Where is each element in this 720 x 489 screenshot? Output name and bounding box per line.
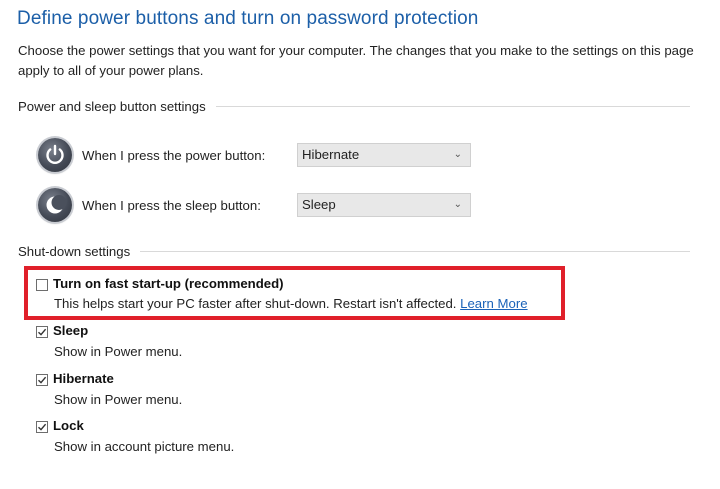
sleep-option-description: Show in Power menu.: [54, 344, 183, 359]
highlight-box: [24, 266, 565, 320]
power-icon: [46, 144, 64, 164]
checkmark-icon: [38, 376, 47, 384]
sleep-button-select[interactable]: Sleep ⌄: [297, 193, 471, 217]
power-button-select-value: Hibernate: [302, 147, 360, 162]
lock-checkbox[interactable]: [36, 421, 48, 433]
power-button-label: When I press the power button:: [82, 148, 266, 163]
checkmark-icon: [38, 328, 47, 336]
power-sleep-section-header: Power and sleep button settings: [18, 97, 690, 115]
moon-icon: [46, 195, 67, 214]
chevron-down-icon: ⌄: [453, 199, 462, 210]
page-title: Define power buttons and turn on passwor…: [17, 8, 479, 29]
sleep-option-title: Sleep: [53, 323, 89, 338]
hibernate-checkbox[interactable]: [36, 374, 48, 386]
lock-option-description: Show in account picture menu.: [54, 439, 235, 454]
sleep-button-select-value: Sleep: [302, 197, 336, 212]
power-button-select[interactable]: Hibernate ⌄: [297, 143, 471, 167]
hibernate-option-title: Hibernate: [53, 371, 114, 386]
shutdown-section-label: Shut-down settings: [18, 243, 131, 259]
power-sleep-section-label: Power and sleep button settings: [18, 98, 206, 114]
shutdown-section-header: Shut-down settings: [18, 242, 690, 260]
hibernate-option-description: Show in Power menu.: [54, 392, 183, 407]
sleep-button-label: When I press the sleep button:: [82, 198, 261, 213]
power-button-icon-badge: [38, 138, 72, 172]
lock-option-title: Lock: [53, 418, 84, 433]
sleep-button-icon-badge: [38, 188, 72, 222]
section-divider: [140, 250, 690, 252]
chevron-down-icon: ⌄: [453, 149, 462, 160]
section-divider: [215, 105, 690, 107]
checkmark-icon: [38, 423, 47, 431]
page-description: Choose the power settings that you want …: [18, 43, 694, 78]
sleep-checkbox[interactable]: [36, 326, 48, 338]
